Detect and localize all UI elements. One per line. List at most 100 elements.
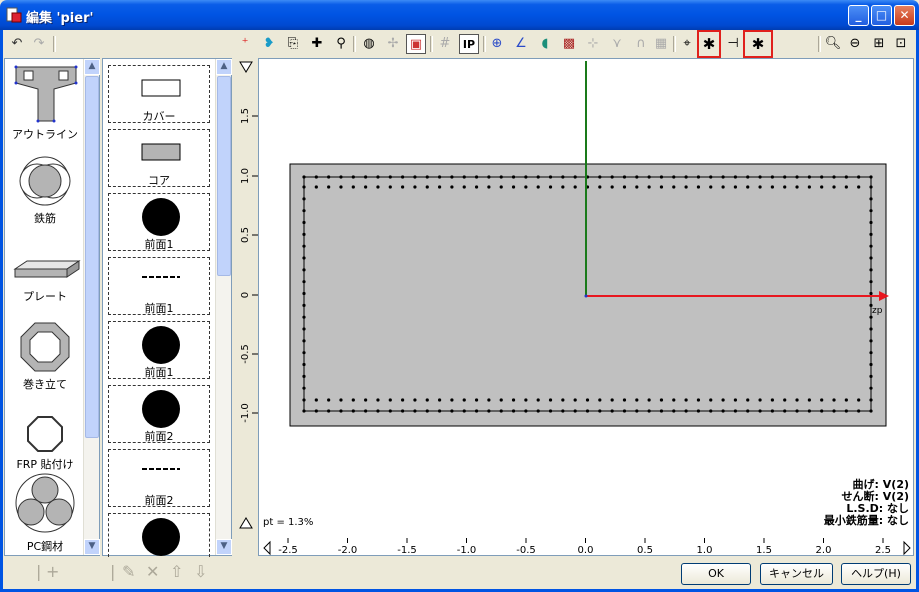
palette-item-label: 巻き立て [23,378,67,391]
layer-item[interactable]: コア [108,129,210,187]
layer-item[interactable] [108,513,210,557]
rebar-dot [820,398,824,402]
palette-item-rebar[interactable]: 鉄筋 [5,155,85,225]
weight-icon[interactable]: ⚲ [331,34,351,54]
jacket-icon [20,322,70,372]
zoom-out-icon[interactable]: ⊖ [845,34,865,54]
drawing-canvas[interactable]: zp pt = 1.3% 曲げ: V(2) せん断: V(2) L.S.D: な… [258,58,914,556]
axis-rotate-icon[interactable]: ⌖ [677,34,697,54]
dashed-line-icon [142,276,180,278]
hatch-icon[interactable]: ▩ [559,34,579,54]
copy-doc-icon[interactable]: ⎘ [283,34,303,54]
rebar-dot [524,185,528,189]
angle-icon[interactable]: ∠ [511,34,531,54]
scroll-down-icon[interactable]: ▼ [216,539,232,555]
scroll-thumb[interactable] [217,76,231,276]
rebar-dot [487,409,491,413]
rebar-dot [844,398,848,402]
zoom-in-icon[interactable]: 🔍︎ [823,34,843,54]
delete-icon[interactable]: ✕ [146,562,159,581]
origin-point [584,294,588,298]
palette-item-frp[interactable]: FRP 貼付け [5,415,85,475]
add-icon[interactable]: + [46,562,59,581]
rebar-dot [610,185,614,189]
palette-item-plate[interactable]: プレート [5,255,85,305]
rebar-dot [351,175,355,179]
heart-shape-icon[interactable]: ❥ [259,34,279,54]
zoom-fit-icon[interactable]: ⊞ [869,34,889,54]
arch-icon[interactable]: ∩ [631,34,651,54]
y-tick-label: -0.5 [240,344,251,364]
section-props-icon[interactable]: IP [459,34,479,54]
rebar-dot [709,409,713,413]
redo-icon[interactable]: ↷ [29,34,49,54]
palette-item-pc-steel[interactable]: PC鋼材 [5,473,85,553]
fill-icon[interactable]: ◖ [535,34,555,54]
rebar-dot [364,185,368,189]
cross-add-icon[interactable]: ✚ [307,34,327,54]
rebar-dot [647,185,651,189]
maximize-icon[interactable]: □ [871,5,892,26]
rebar-dot [869,409,873,413]
scroll-thumb[interactable] [85,76,99,438]
scroll-down-icon[interactable]: ▼ [84,539,100,555]
rebar-dot [413,398,417,402]
grid-icon[interactable]: # [435,34,455,54]
toolbar-separator [483,36,486,52]
pc-steel-icon [15,473,75,533]
palette-icon[interactable]: ◍ [359,34,379,54]
title-bar[interactable] [0,0,919,30]
zoom-window-icon[interactable]: ⊡ [891,34,911,54]
table-icon[interactable]: ▦ [651,34,671,54]
rebar-dot [302,232,306,236]
rebar-dot [869,185,873,189]
scroll-up-icon[interactable]: ▲ [84,59,100,75]
move-down-icon[interactable]: ⇩ [194,562,207,581]
rebar-dot [376,175,380,179]
cancel-button[interactable]: キャンセル [760,563,833,585]
centroid-icon[interactable]: ⊕ [487,34,507,54]
layer-item[interactable]: 前面1 [108,321,210,379]
undo-icon[interactable]: ↶ [7,34,27,54]
layer-item[interactable]: 前面1 [108,257,210,315]
help-button[interactable]: ヘルプ(H) [841,563,911,585]
move-icon[interactable]: ✢ [383,34,403,54]
rebar-dot [610,398,614,402]
layer-item[interactable]: 前面1 [108,193,210,251]
translate-icon[interactable]: ⊣ [723,34,743,54]
rebar-dot [659,175,664,179]
pt-ratio-label: pt = 1.3% [263,517,314,528]
palette-item-jacket[interactable]: 巻き立て [5,321,85,391]
move-up-icon[interactable]: ⇧ [170,562,183,581]
rebar-dot [598,409,602,413]
rebar-dot [511,185,516,189]
outline-palette-scrollbar[interactable]: ▲ ▼ [83,59,100,555]
edit-icon[interactable]: ✎ [122,562,135,581]
palette-item-outline[interactable]: アウトライン [5,61,85,141]
plate-icon [13,260,81,278]
extend-icon[interactable]: ⋎ [607,34,627,54]
layer-item[interactable]: 前面2 [108,385,210,443]
palette-item-label: 鉄筋 [34,212,56,225]
rebar-dot [807,175,811,179]
ok-button[interactable]: OK [681,563,751,585]
scroll-up-icon[interactable]: ▲ [216,59,232,75]
minimize-icon[interactable]: _ [848,5,869,26]
layer-item[interactable]: カバー [108,65,210,123]
rebar-dot [869,374,873,378]
trim-icon[interactable]: ⊹ [583,34,603,54]
palette-item-label: アウトライン [12,128,78,141]
rebar-dot [437,409,442,413]
mirror-x-icon[interactable]: ✱ [743,30,773,58]
layer-item[interactable]: 前面2 [108,449,210,507]
layer-list-scrollbar[interactable]: ▲ ▼ [215,59,232,555]
add-point-icon[interactable]: ⁺ [235,34,255,54]
rebar-dot [721,185,725,189]
rebar-dot [709,398,713,402]
rebar-dot [376,185,380,189]
rebar-layout-icon[interactable]: ▣ [406,34,426,54]
mirror-y-icon[interactable]: ✱ [697,30,721,58]
status-min-rebar: 最小鉄筋量: なし [823,514,909,527]
rebar-dot [437,185,442,189]
close-icon[interactable]: ✕ [894,5,915,26]
